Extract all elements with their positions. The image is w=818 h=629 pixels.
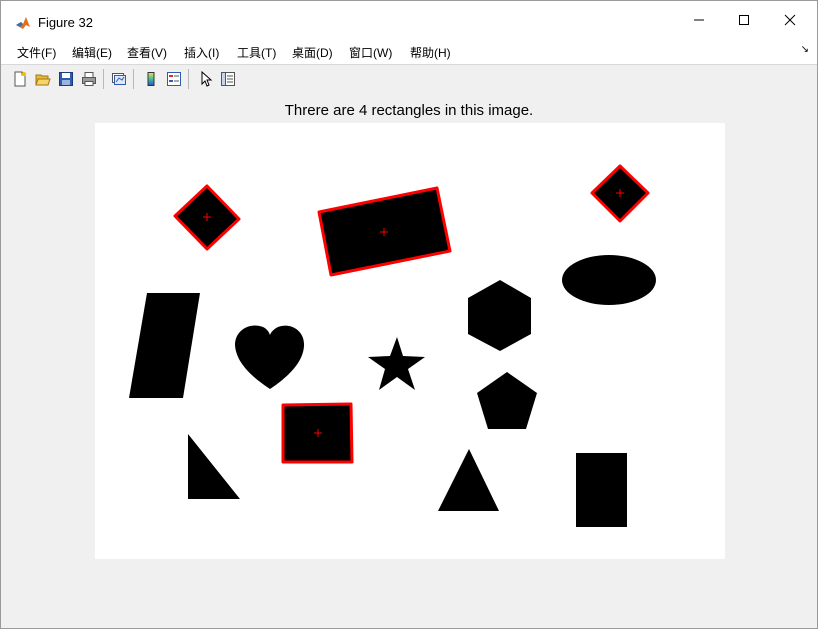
print-icon bbox=[82, 72, 96, 86]
detected-rectangle bbox=[173, 184, 241, 251]
toolbar-separator bbox=[133, 69, 134, 89]
open-file-button[interactable] bbox=[33, 69, 53, 89]
star-shape bbox=[368, 337, 425, 390]
close-button[interactable] bbox=[767, 1, 813, 39]
new-figure-icon bbox=[14, 71, 26, 87]
close-icon bbox=[784, 14, 796, 26]
menu-bar: 文件(F) 编辑(E) 查看(V) 插入(I) 工具(T) 桌面(D) 窗口(W… bbox=[1, 39, 817, 64]
detected-rectangle bbox=[590, 164, 650, 223]
insert-legend-button[interactable] bbox=[164, 69, 184, 89]
figure-toolbar bbox=[1, 64, 817, 93]
right-triangle-shape bbox=[188, 434, 240, 499]
menu-desktop[interactable]: 桌面(D) bbox=[292, 44, 333, 61]
matlab-logo-icon bbox=[15, 15, 31, 31]
new-figure-button[interactable] bbox=[10, 69, 30, 89]
rectangle-shape bbox=[576, 453, 627, 527]
insert-colorbar-icon bbox=[147, 72, 155, 86]
menu-help[interactable]: 帮助(H) bbox=[410, 44, 451, 61]
minimize-button[interactable] bbox=[676, 1, 722, 39]
parallelogram-shape bbox=[129, 293, 200, 398]
edit-plot-icon bbox=[201, 71, 213, 87]
detected-rectangle bbox=[281, 402, 354, 464]
save-button[interactable] bbox=[56, 69, 76, 89]
figure-window: Figure 32 文件(F) 编辑(E) 查看(V) 插入(I) 工具(T) … bbox=[0, 0, 818, 629]
menu-edit[interactable]: 编辑(E) bbox=[72, 44, 112, 61]
link-plot-icon bbox=[112, 73, 126, 85]
save-icon bbox=[59, 72, 73, 86]
open-file-icon bbox=[35, 74, 51, 86]
shapes-image bbox=[129, 164, 656, 527]
hexagon-shape bbox=[468, 280, 531, 351]
triangle-shape bbox=[438, 449, 499, 511]
property-inspector-icon bbox=[221, 72, 235, 86]
link-plot-button[interactable] bbox=[109, 69, 129, 89]
ellipse-shape bbox=[562, 255, 656, 305]
menu-tools[interactable]: 工具(T) bbox=[237, 44, 276, 61]
title-bar: Figure 32 bbox=[1, 1, 817, 39]
detected-rectangle bbox=[317, 186, 452, 277]
maximize-button[interactable] bbox=[721, 1, 767, 39]
print-button[interactable] bbox=[79, 69, 99, 89]
maximize-icon bbox=[739, 15, 749, 25]
menu-window[interactable]: 窗口(W) bbox=[349, 44, 392, 61]
minimize-icon bbox=[694, 19, 704, 21]
window-title: Figure 32 bbox=[38, 15, 93, 30]
menu-insert[interactable]: 插入(I) bbox=[184, 44, 219, 61]
heart-shape bbox=[235, 325, 305, 389]
pentagon-shape bbox=[477, 372, 537, 429]
edit-plot-button[interactable] bbox=[196, 69, 216, 89]
toolbar-separator bbox=[188, 69, 189, 89]
figure-title: Threre are 4 rectangles in this image. bbox=[284, 102, 534, 119]
property-inspector-button[interactable] bbox=[218, 69, 238, 89]
menu-file[interactable]: 文件(F) bbox=[17, 44, 56, 61]
menu-dock-arrow-icon[interactable]: ↘ bbox=[801, 44, 809, 55]
image-axes[interactable] bbox=[95, 123, 725, 559]
figure-area: Threre are 4 rectangles in this image. bbox=[1, 92, 817, 628]
insert-colorbar-button[interactable] bbox=[141, 69, 161, 89]
insert-legend-icon bbox=[167, 72, 181, 86]
menu-view[interactable]: 查看(V) bbox=[127, 44, 167, 61]
toolbar-separator bbox=[103, 69, 104, 89]
